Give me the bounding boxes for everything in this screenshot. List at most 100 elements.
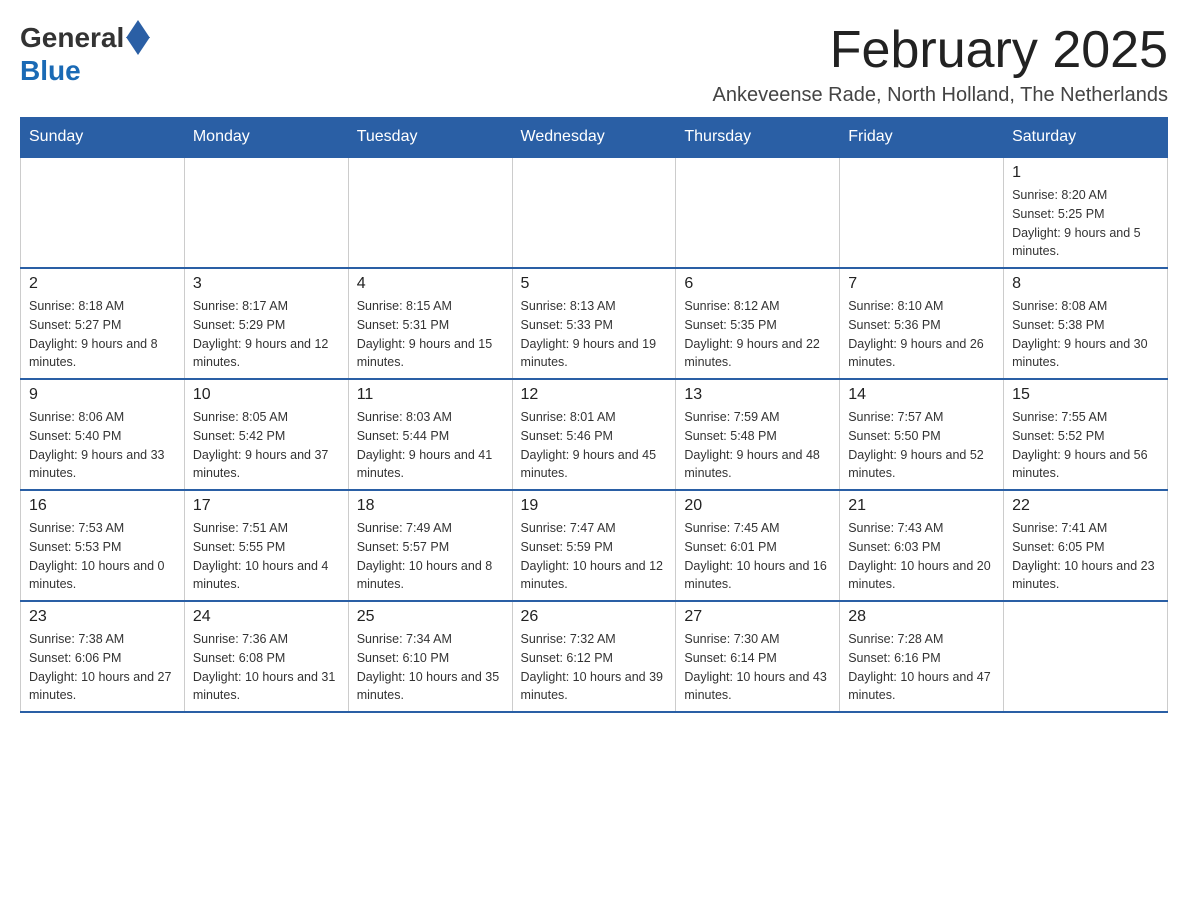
- logo: General Blue: [20, 20, 150, 87]
- day-number: 13: [684, 386, 831, 404]
- calendar-day-cell: 22 Sunrise: 7:41 AMSunset: 6:05 PMDayligh…: [1004, 490, 1168, 601]
- day-info: Sunrise: 7:59 AMSunset: 5:48 PMDaylight:…: [684, 408, 831, 483]
- day-info: Sunrise: 7:43 AMSunset: 6:03 PMDaylight:…: [848, 519, 995, 594]
- calendar-day-cell: 17 Sunrise: 7:51 AMSunset: 5:55 PMDayligh…: [184, 490, 348, 601]
- day-info: Sunrise: 8:01 AMSunset: 5:46 PMDaylight:…: [521, 408, 668, 483]
- calendar-day-cell: 18 Sunrise: 7:49 AMSunset: 5:57 PMDayligh…: [348, 490, 512, 601]
- day-number: 5: [521, 275, 668, 293]
- day-number: 19: [521, 497, 668, 515]
- calendar-week-row: 23 Sunrise: 7:38 AMSunset: 6:06 PMDayligh…: [21, 601, 1168, 712]
- day-number: 21: [848, 497, 995, 515]
- calendar-day-cell: 20 Sunrise: 7:45 AMSunset: 6:01 PMDayligh…: [676, 490, 840, 601]
- calendar-day-cell: 8 Sunrise: 8:08 AMSunset: 5:38 PMDaylight…: [1004, 268, 1168, 379]
- day-number: 8: [1012, 275, 1159, 293]
- calendar-day-cell: 4 Sunrise: 8:15 AMSunset: 5:31 PMDaylight…: [348, 268, 512, 379]
- calendar-day-cell: 13 Sunrise: 7:59 AMSunset: 5:48 PMDayligh…: [676, 379, 840, 490]
- calendar-day-cell: [1004, 601, 1168, 712]
- day-info: Sunrise: 8:13 AMSunset: 5:33 PMDaylight:…: [521, 297, 668, 372]
- calendar-day-cell: 15 Sunrise: 7:55 AMSunset: 5:52 PMDayligh…: [1004, 379, 1168, 490]
- calendar-day-cell: 21 Sunrise: 7:43 AMSunset: 6:03 PMDayligh…: [840, 490, 1004, 601]
- day-info: Sunrise: 7:41 AMSunset: 6:05 PMDaylight:…: [1012, 519, 1159, 594]
- day-number: 9: [29, 386, 176, 404]
- day-of-week-header: Friday: [840, 118, 1004, 158]
- logo-general: General: [20, 22, 124, 54]
- calendar-header-row: SundayMondayTuesdayWednesdayThursdayFrid…: [21, 118, 1168, 158]
- calendar-day-cell: [348, 157, 512, 268]
- calendar-day-cell: 23 Sunrise: 7:38 AMSunset: 6:06 PMDayligh…: [21, 601, 185, 712]
- day-of-week-header: Thursday: [676, 118, 840, 158]
- calendar-week-row: 2 Sunrise: 8:18 AMSunset: 5:27 PMDaylight…: [21, 268, 1168, 379]
- day-info: Sunrise: 7:51 AMSunset: 5:55 PMDaylight:…: [193, 519, 340, 594]
- calendar-week-row: 9 Sunrise: 8:06 AMSunset: 5:40 PMDaylight…: [21, 379, 1168, 490]
- calendar-day-cell: [21, 157, 185, 268]
- day-number: 24: [193, 608, 340, 626]
- calendar-day-cell: 12 Sunrise: 8:01 AMSunset: 5:46 PMDayligh…: [512, 379, 676, 490]
- day-info: Sunrise: 8:17 AMSunset: 5:29 PMDaylight:…: [193, 297, 340, 372]
- day-number: 28: [848, 608, 995, 626]
- day-info: Sunrise: 7:34 AMSunset: 6:10 PMDaylight:…: [357, 630, 504, 705]
- day-info: Sunrise: 8:12 AMSunset: 5:35 PMDaylight:…: [684, 297, 831, 372]
- day-number: 3: [193, 275, 340, 293]
- day-info: Sunrise: 8:08 AMSunset: 5:38 PMDaylight:…: [1012, 297, 1159, 372]
- day-number: 18: [357, 497, 504, 515]
- calendar-day-cell: [840, 157, 1004, 268]
- day-info: Sunrise: 7:36 AMSunset: 6:08 PMDaylight:…: [193, 630, 340, 705]
- day-number: 2: [29, 275, 176, 293]
- calendar-week-row: 16 Sunrise: 7:53 AMSunset: 5:53 PMDayligh…: [21, 490, 1168, 601]
- title-area: February 2025 Ankeveense Rade, North Hol…: [713, 20, 1168, 107]
- calendar-week-row: 1 Sunrise: 8:20 AMSunset: 5:25 PMDaylight…: [21, 157, 1168, 268]
- day-info: Sunrise: 7:49 AMSunset: 5:57 PMDaylight:…: [357, 519, 504, 594]
- day-number: 25: [357, 608, 504, 626]
- day-info: Sunrise: 8:06 AMSunset: 5:40 PMDaylight:…: [29, 408, 176, 483]
- day-number: 10: [193, 386, 340, 404]
- calendar-day-cell: 25 Sunrise: 7:34 AMSunset: 6:10 PMDayligh…: [348, 601, 512, 712]
- day-number: 17: [193, 497, 340, 515]
- month-title: February 2025: [713, 20, 1168, 80]
- location-title: Ankeveense Rade, North Holland, The Neth…: [713, 84, 1168, 107]
- day-info: Sunrise: 7:45 AMSunset: 6:01 PMDaylight:…: [684, 519, 831, 594]
- calendar-day-cell: 3 Sunrise: 8:17 AMSunset: 5:29 PMDaylight…: [184, 268, 348, 379]
- day-info: Sunrise: 8:20 AMSunset: 5:25 PMDaylight:…: [1012, 186, 1159, 261]
- calendar-day-cell: 9 Sunrise: 8:06 AMSunset: 5:40 PMDaylight…: [21, 379, 185, 490]
- page-header: General Blue February 2025 Ankeveense Ra…: [20, 20, 1168, 107]
- day-info: Sunrise: 7:38 AMSunset: 6:06 PMDaylight:…: [29, 630, 176, 705]
- day-info: Sunrise: 8:03 AMSunset: 5:44 PMDaylight:…: [357, 408, 504, 483]
- day-of-week-header: Wednesday: [512, 118, 676, 158]
- calendar-day-cell: [512, 157, 676, 268]
- calendar-day-cell: 1 Sunrise: 8:20 AMSunset: 5:25 PMDaylight…: [1004, 157, 1168, 268]
- calendar-day-cell: 16 Sunrise: 7:53 AMSunset: 5:53 PMDayligh…: [21, 490, 185, 601]
- day-number: 1: [1012, 164, 1159, 182]
- day-info: Sunrise: 7:32 AMSunset: 6:12 PMDaylight:…: [521, 630, 668, 705]
- calendar-day-cell: 27Sunrise: 7:30 AMSunset: 6:14 PMDayligh…: [676, 601, 840, 712]
- calendar-day-cell: 7 Sunrise: 8:10 AMSunset: 5:36 PMDaylight…: [840, 268, 1004, 379]
- calendar-day-cell: 24 Sunrise: 7:36 AMSunset: 6:08 PMDayligh…: [184, 601, 348, 712]
- day-info: Sunrise: 7:55 AMSunset: 5:52 PMDaylight:…: [1012, 408, 1159, 483]
- calendar-day-cell: 14Sunrise: 7:57 AMSunset: 5:50 PMDayligh…: [840, 379, 1004, 490]
- calendar-day-cell: 10 Sunrise: 8:05 AMSunset: 5:42 PMDayligh…: [184, 379, 348, 490]
- day-info: Sunrise: 8:18 AMSunset: 5:27 PMDaylight:…: [29, 297, 176, 372]
- day-number: 27: [684, 608, 831, 626]
- day-info: Sunrise: 8:15 AMSunset: 5:31 PMDaylight:…: [357, 297, 504, 372]
- day-of-week-header: Sunday: [21, 118, 185, 158]
- day-number: 23: [29, 608, 176, 626]
- day-of-week-header: Tuesday: [348, 118, 512, 158]
- day-number: 16: [29, 497, 176, 515]
- calendar-day-cell: 2 Sunrise: 8:18 AMSunset: 5:27 PMDaylight…: [21, 268, 185, 379]
- day-number: 11: [357, 386, 504, 404]
- day-info: Sunrise: 8:05 AMSunset: 5:42 PMDaylight:…: [193, 408, 340, 483]
- day-info: Sunrise: 7:47 AMSunset: 5:59 PMDaylight:…: [521, 519, 668, 594]
- day-number: 22: [1012, 497, 1159, 515]
- calendar-day-cell: 5 Sunrise: 8:13 AMSunset: 5:33 PMDaylight…: [512, 268, 676, 379]
- day-number: 7: [848, 275, 995, 293]
- day-number: 4: [357, 275, 504, 293]
- day-number: 15: [1012, 386, 1159, 404]
- day-number: 20: [684, 497, 831, 515]
- day-of-week-header: Monday: [184, 118, 348, 158]
- day-info: Sunrise: 8:10 AMSunset: 5:36 PMDaylight:…: [848, 297, 995, 372]
- day-info: Sunrise: 7:53 AMSunset: 5:53 PMDaylight:…: [29, 519, 176, 594]
- calendar-day-cell: 28 Sunrise: 7:28 AMSunset: 6:16 PMDayligh…: [840, 601, 1004, 712]
- day-number: 12: [521, 386, 668, 404]
- calendar-table: SundayMondayTuesdayWednesdayThursdayFrid…: [20, 117, 1168, 713]
- day-info: Sunrise: 7:28 AMSunset: 6:16 PMDaylight:…: [848, 630, 995, 705]
- logo-blue: Blue: [20, 55, 81, 86]
